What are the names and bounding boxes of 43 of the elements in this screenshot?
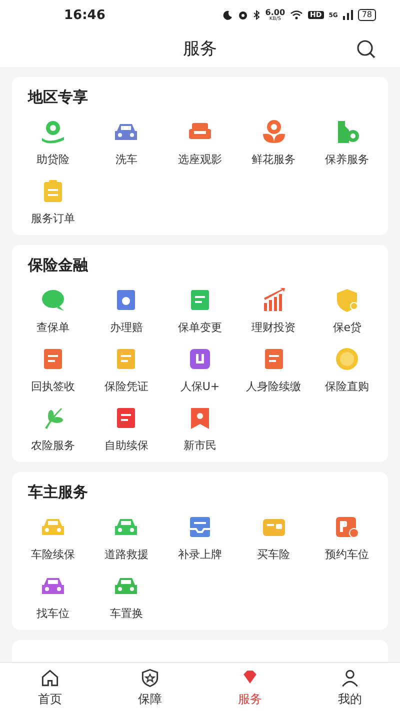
section-title: 车主服务 — [28, 483, 88, 502]
service-item[interactable]: 保e贷 — [310, 283, 384, 338]
service-item[interactable]: 选座观影 — [163, 115, 237, 170]
service-item[interactable]: 查保单 — [16, 283, 90, 338]
service-item[interactable]: 人身险续缴 — [236, 342, 310, 397]
service-item[interactable]: 保养服务 — [310, 115, 384, 170]
section-title: 保险金融 — [28, 256, 88, 275]
service-item[interactable]: 人保U+ — [163, 342, 237, 397]
service-item[interactable]: 保单变更 — [163, 283, 237, 338]
section-title: 地区专享 — [28, 88, 88, 107]
service-item[interactable]: 预约车位 — [310, 510, 384, 565]
service-item[interactable]: 买车险 — [236, 510, 310, 565]
service-item[interactable]: 洗车 — [90, 115, 164, 170]
wifi-icon — [290, 10, 304, 20]
moon-icon — [223, 10, 234, 20]
tab-bar-item[interactable]: 保障 — [100, 663, 200, 711]
service-item[interactable]: 自助续保 — [90, 401, 164, 456]
service-item[interactable]: 新市民 — [163, 401, 237, 456]
network-speed: 6.00 — [265, 8, 286, 16]
service-item[interactable]: 找车位 — [16, 569, 90, 624]
service-item[interactable]: 农险服务 — [16, 401, 90, 456]
service-item[interactable]: 服务订单 — [16, 174, 90, 229]
service-item[interactable]: 理财投资 — [236, 283, 310, 338]
signal-icon — [342, 10, 353, 20]
battery-level: 78 — [358, 9, 376, 21]
search-icon[interactable] — [356, 39, 376, 59]
service-item[interactable]: 回执签收 — [16, 342, 90, 397]
tab-bar-item[interactable]: 首页 — [0, 663, 100, 711]
tab-bar-item[interactable]: 服务 — [200, 663, 300, 711]
service-item[interactable]: 鲜花服务 — [236, 115, 310, 170]
service-item[interactable]: 车置换 — [90, 569, 164, 624]
bluetooth-icon — [253, 10, 260, 20]
clock-time: 16:46 — [64, 8, 106, 22]
service-item[interactable]: 保险直购 — [310, 342, 384, 397]
service-item[interactable]: 保险凭证 — [90, 342, 164, 397]
service-item[interactable]: 补录上牌 — [163, 510, 237, 565]
tab-bar-item[interactable]: 我的 — [300, 663, 400, 711]
service-item[interactable]: 助贷险 — [16, 115, 90, 170]
shield-star-icon — [139, 666, 161, 688]
service-item[interactable]: 办理赔 — [90, 283, 164, 338]
service-item[interactable]: 车险续保 — [16, 510, 90, 565]
page-title: 服务 — [183, 38, 217, 60]
service-item[interactable]: 道路救援 — [90, 510, 164, 565]
